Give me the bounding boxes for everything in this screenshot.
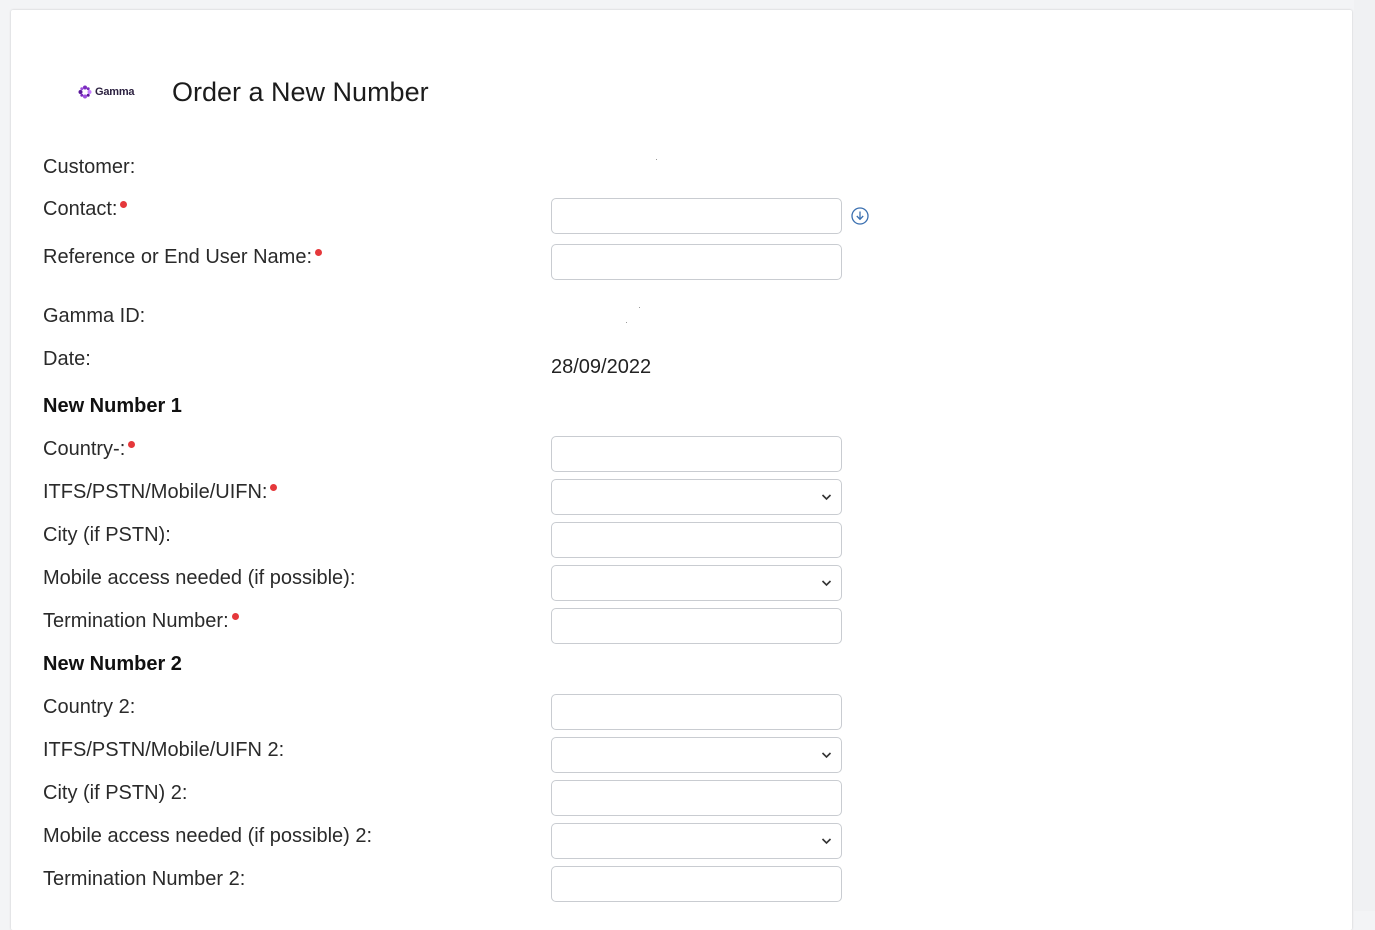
required-dot-icon (315, 249, 323, 256)
mobile2-label: Mobile access needed (if possible) 2: (43, 824, 372, 848)
type1-label: ITFS/PSTN/Mobile/UIFN: (43, 480, 278, 504)
country1-label-text: Country-: (43, 438, 126, 460)
reference-input[interactable] (551, 244, 842, 280)
contact-label: Contact: (43, 197, 128, 221)
country1-input[interactable] (551, 436, 842, 472)
date-label: Date: (43, 347, 91, 371)
gamma-id-label-text: Gamma ID: (43, 305, 146, 327)
country2-input[interactable] (551, 694, 842, 730)
page-title: Order a New Number (172, 76, 429, 107)
logo-text: Gamma (95, 86, 135, 98)
order-form-page: Gamma Order a New Number Customer: Conta… (11, 10, 1352, 930)
city2-label-text: City (if PSTN) 2: (43, 782, 188, 804)
city2-label: City (if PSTN) 2: (43, 781, 187, 805)
city1-label-text: City (if PSTN): (43, 524, 171, 546)
contact-input[interactable] (551, 198, 842, 234)
required-dot-icon (120, 201, 128, 208)
termination2-input[interactable] (551, 866, 842, 902)
city1-input[interactable] (551, 522, 842, 558)
city1-label: City (if PSTN): (43, 523, 171, 547)
scrollbar-track[interactable] (1354, 0, 1375, 911)
gamma-flower-icon (78, 85, 92, 99)
page-header: Gamma Order a New Number (77, 67, 429, 117)
termination2-label: Termination Number 2: (43, 867, 245, 891)
city2-input[interactable] (551, 780, 842, 816)
termination1-input[interactable] (551, 608, 842, 644)
gamma-id-value-placeholder (639, 307, 640, 308)
arrow-down-circle-icon[interactable] (850, 206, 870, 226)
type2-select[interactable] (551, 737, 842, 773)
chevron-down-icon (821, 838, 832, 845)
contact-label-text: Contact: (43, 198, 118, 220)
required-dot-icon (231, 613, 239, 620)
customer-label-text: Customer: (43, 156, 136, 178)
country2-label-text: Country 2: (43, 696, 136, 718)
chevron-down-icon (821, 752, 832, 759)
mobile1-select[interactable] (551, 565, 842, 601)
required-dot-icon (128, 441, 136, 448)
termination2-label-text: Termination Number 2: (43, 868, 246, 890)
country2-label: Country 2: (43, 695, 135, 719)
mobile1-label-text: Mobile access needed (if possible): (43, 567, 356, 589)
gamma-id-value-placeholder-2 (626, 322, 627, 323)
section-new-number-2: New Number 2 (43, 653, 182, 675)
required-dot-icon (270, 484, 278, 491)
section-new-number-1: New Number 1 (43, 395, 182, 417)
date-value: 28/09/2022 (551, 356, 652, 378)
chevron-down-icon (821, 494, 832, 501)
type1-select[interactable] (551, 479, 842, 515)
type2-label-text: ITFS/PSTN/Mobile/UIFN 2: (43, 739, 285, 761)
customer-label: Customer: (43, 155, 135, 179)
customer-value-placeholder (656, 159, 657, 160)
chevron-down-icon (821, 580, 832, 587)
reference-label: Reference or End User Name: (43, 245, 323, 269)
date-label-text: Date: (43, 348, 91, 370)
gamma-logo: Gamma (77, 84, 172, 100)
reference-label-text: Reference or End User Name: (43, 246, 313, 268)
type1-label-text: ITFS/PSTN/Mobile/UIFN: (43, 481, 268, 503)
type2-label: ITFS/PSTN/Mobile/UIFN 2: (43, 738, 284, 762)
mobile2-label-text: Mobile access needed (if possible) 2: (43, 825, 373, 847)
termination1-label-text: Termination Number: (43, 610, 229, 632)
mobile1-label: Mobile access needed (if possible): (43, 566, 355, 590)
termination1-label: Termination Number: (43, 609, 239, 633)
country1-label: Country-: (43, 437, 136, 461)
gamma-id-label: Gamma ID: (43, 304, 145, 328)
mobile2-select[interactable] (551, 823, 842, 859)
